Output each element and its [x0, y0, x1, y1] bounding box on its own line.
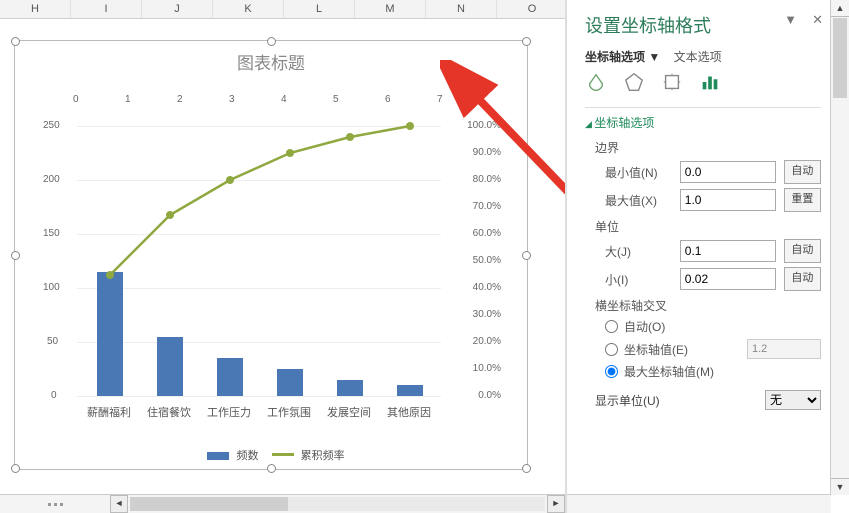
resize-handle[interactable] [267, 37, 276, 46]
col-header[interactable]: H [0, 0, 71, 18]
legend-label: 频数 [236, 450, 258, 462]
max-label: 最大值(X) [605, 192, 672, 209]
format-axis-pane: 设置坐标轴格式 ▼ ✕ 坐标轴选项 ▼ 文本选项 坐标轴选项 边界 最小值(N)… [565, 0, 849, 513]
scroll-thumb[interactable] [833, 18, 847, 98]
scroll-thumb[interactable] [130, 497, 288, 511]
plot-area[interactable]: 0 1 2 3 4 5 6 7 0 50 100 150 200 250 0.0… [45, 96, 501, 436]
major-auto-button[interactable]: 自动 [784, 239, 821, 263]
pane-tabs: 坐标轴选项 ▼ 文本选项 [585, 48, 821, 65]
display-unit-select[interactable]: 无 [765, 390, 821, 410]
fill-icon[interactable] [585, 71, 607, 93]
resize-handle[interactable] [522, 37, 531, 46]
minor-auto-button[interactable]: 自动 [784, 267, 821, 291]
resize-handle[interactable] [522, 464, 531, 473]
unit-heading: 单位 [585, 218, 821, 235]
max-reset-button[interactable]: 重置 [784, 188, 821, 212]
resize-handle[interactable] [11, 464, 20, 473]
line-series[interactable] [77, 126, 441, 396]
major-input[interactable] [680, 240, 776, 262]
axis-icon[interactable] [699, 71, 721, 93]
chart-title[interactable]: 图表标题 [15, 49, 527, 74]
cross-at-radio[interactable] [605, 343, 618, 356]
cross-auto-label: 自动(O) [624, 318, 665, 335]
cross-max-radio[interactable] [605, 365, 618, 378]
cross-auto-radio[interactable] [605, 320, 618, 333]
effects-icon[interactable] [623, 71, 645, 93]
column-headers: H I J K L M N O [0, 0, 565, 19]
scroll-up-button[interactable]: ▲ [831, 0, 849, 17]
cross-at-value: 1.2 [747, 339, 821, 359]
resize-handle[interactable] [11, 251, 20, 260]
col-header[interactable]: K [213, 0, 284, 18]
pane-vertical-scrollbar[interactable]: ▲ ▼ [830, 0, 849, 495]
worksheet-area: H I J K L M N O 图表标题 0 1 2 3 4 5 [0, 0, 566, 513]
col-header[interactable]: J [142, 0, 213, 18]
size-icon[interactable] [661, 71, 683, 93]
max-input[interactable] [680, 189, 776, 211]
major-label: 大(J) [605, 243, 672, 260]
cross-max-label: 最大坐标轴值(M) [624, 363, 714, 380]
resize-handle[interactable] [11, 37, 20, 46]
col-header[interactable]: M [355, 0, 426, 18]
horizontal-scrollbar[interactable]: ◄ ► [110, 494, 565, 513]
legend-swatch-line [272, 453, 294, 456]
scroll-right-button[interactable]: ► [547, 495, 565, 513]
tab-axis-options[interactable]: 坐标轴选项 ▼ [585, 50, 660, 64]
sheet-tab-splitter[interactable] [0, 494, 111, 513]
display-unit-label: 显示单位(U) [595, 392, 660, 409]
col-header[interactable]: L [284, 0, 355, 18]
resize-handle[interactable] [267, 464, 276, 473]
tab-text-options[interactable]: 文本选项 [674, 50, 722, 64]
min-input[interactable] [680, 161, 776, 183]
property-category-icons [585, 71, 821, 93]
min-label: 最小值(N) [605, 164, 672, 181]
resize-handle[interactable] [522, 251, 531, 260]
pane-dropdown-icon[interactable]: ▼ [784, 12, 797, 27]
legend[interactable]: 频数 累积频率 [15, 447, 527, 463]
cross-heading: 横坐标轴交叉 [585, 297, 821, 314]
col-header[interactable]: N [426, 0, 497, 18]
col-header[interactable]: I [71, 0, 142, 18]
pane-horizontal-scrollbar[interactable] [567, 494, 831, 513]
minor-label: 小(I) [605, 271, 672, 288]
cross-at-label: 坐标轴值(E) [624, 341, 688, 358]
pane-close-icon[interactable]: ✕ [812, 12, 823, 28]
legend-swatch-bar [207, 452, 229, 460]
minor-input[interactable] [680, 268, 776, 290]
section-axis-options[interactable]: 坐标轴选项 [585, 114, 821, 131]
scroll-left-button[interactable]: ◄ [110, 495, 128, 513]
col-header[interactable]: O [497, 0, 568, 18]
scroll-track[interactable] [130, 497, 545, 511]
chart-object[interactable]: 图表标题 0 1 2 3 4 5 6 7 0 50 100 150 200 [14, 40, 528, 470]
scroll-down-button[interactable]: ▼ [831, 478, 849, 495]
min-auto-button[interactable]: 自动 [784, 160, 821, 184]
legend-label: 累积频率 [301, 450, 345, 462]
bounds-heading: 边界 [585, 139, 821, 156]
